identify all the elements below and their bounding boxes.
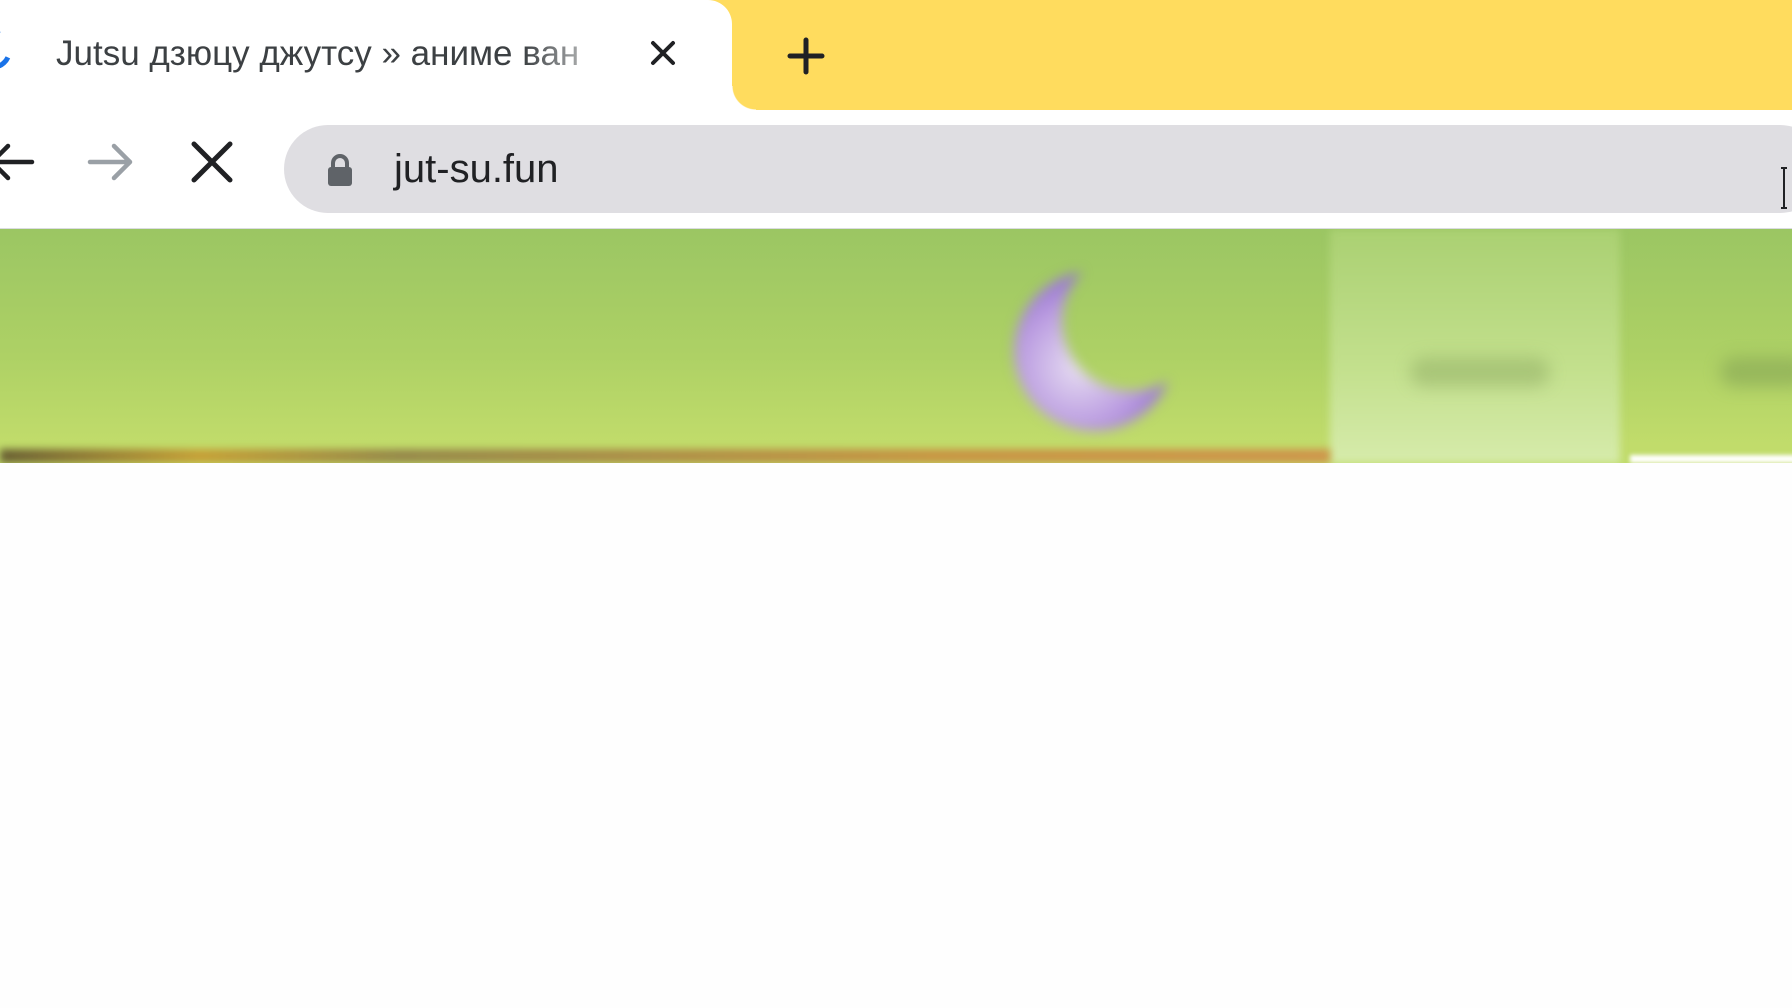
site-header-banner: [0, 229, 1792, 463]
plus-icon: [787, 37, 825, 75]
close-icon: [651, 41, 675, 65]
arrow-left-icon: [0, 143, 35, 181]
new-tab-button[interactable]: [780, 30, 832, 82]
browser-window: Jutsu дзюцу джутсу » аниме ван jut-su.fu…: [0, 0, 1792, 1008]
tab-curve: [732, 86, 756, 110]
url-text[interactable]: jut-su.fun: [394, 143, 559, 195]
back-button[interactable]: [0, 130, 44, 194]
tab-strip: Jutsu дзюцу джутсу » аниме ван: [0, 0, 1792, 110]
text-cursor-icon: [1781, 167, 1787, 209]
site-nav-tab-active[interactable]: [1330, 229, 1620, 463]
active-tab[interactable]: Jutsu дзюцу джутсу » аниме ван: [0, 0, 732, 110]
loading-spinner-icon: [0, 24, 18, 76]
address-bar[interactable]: jut-su.fun: [284, 125, 1792, 213]
tab-close-button[interactable]: [640, 30, 686, 76]
arrow-right-icon: [87, 143, 133, 181]
browser-toolbar: jut-su.fun: [0, 110, 1792, 229]
page-content-area: [0, 463, 1792, 1008]
crescent-moon-icon[interactable]: [1004, 251, 1194, 441]
banner-edge: [1630, 455, 1792, 463]
stop-loading-button[interactable]: [180, 130, 244, 194]
forward-button[interactable]: [78, 130, 142, 194]
site-nav-tab-label: [1410, 357, 1550, 387]
banner-bottom-border: [0, 449, 1330, 463]
close-icon: [191, 141, 233, 183]
tab-title: Jutsu дзюцу джутсу » аниме ван: [56, 34, 580, 73]
lock-icon[interactable]: [324, 153, 356, 187]
site-nav-tab-next[interactable]: [1720, 357, 1792, 387]
